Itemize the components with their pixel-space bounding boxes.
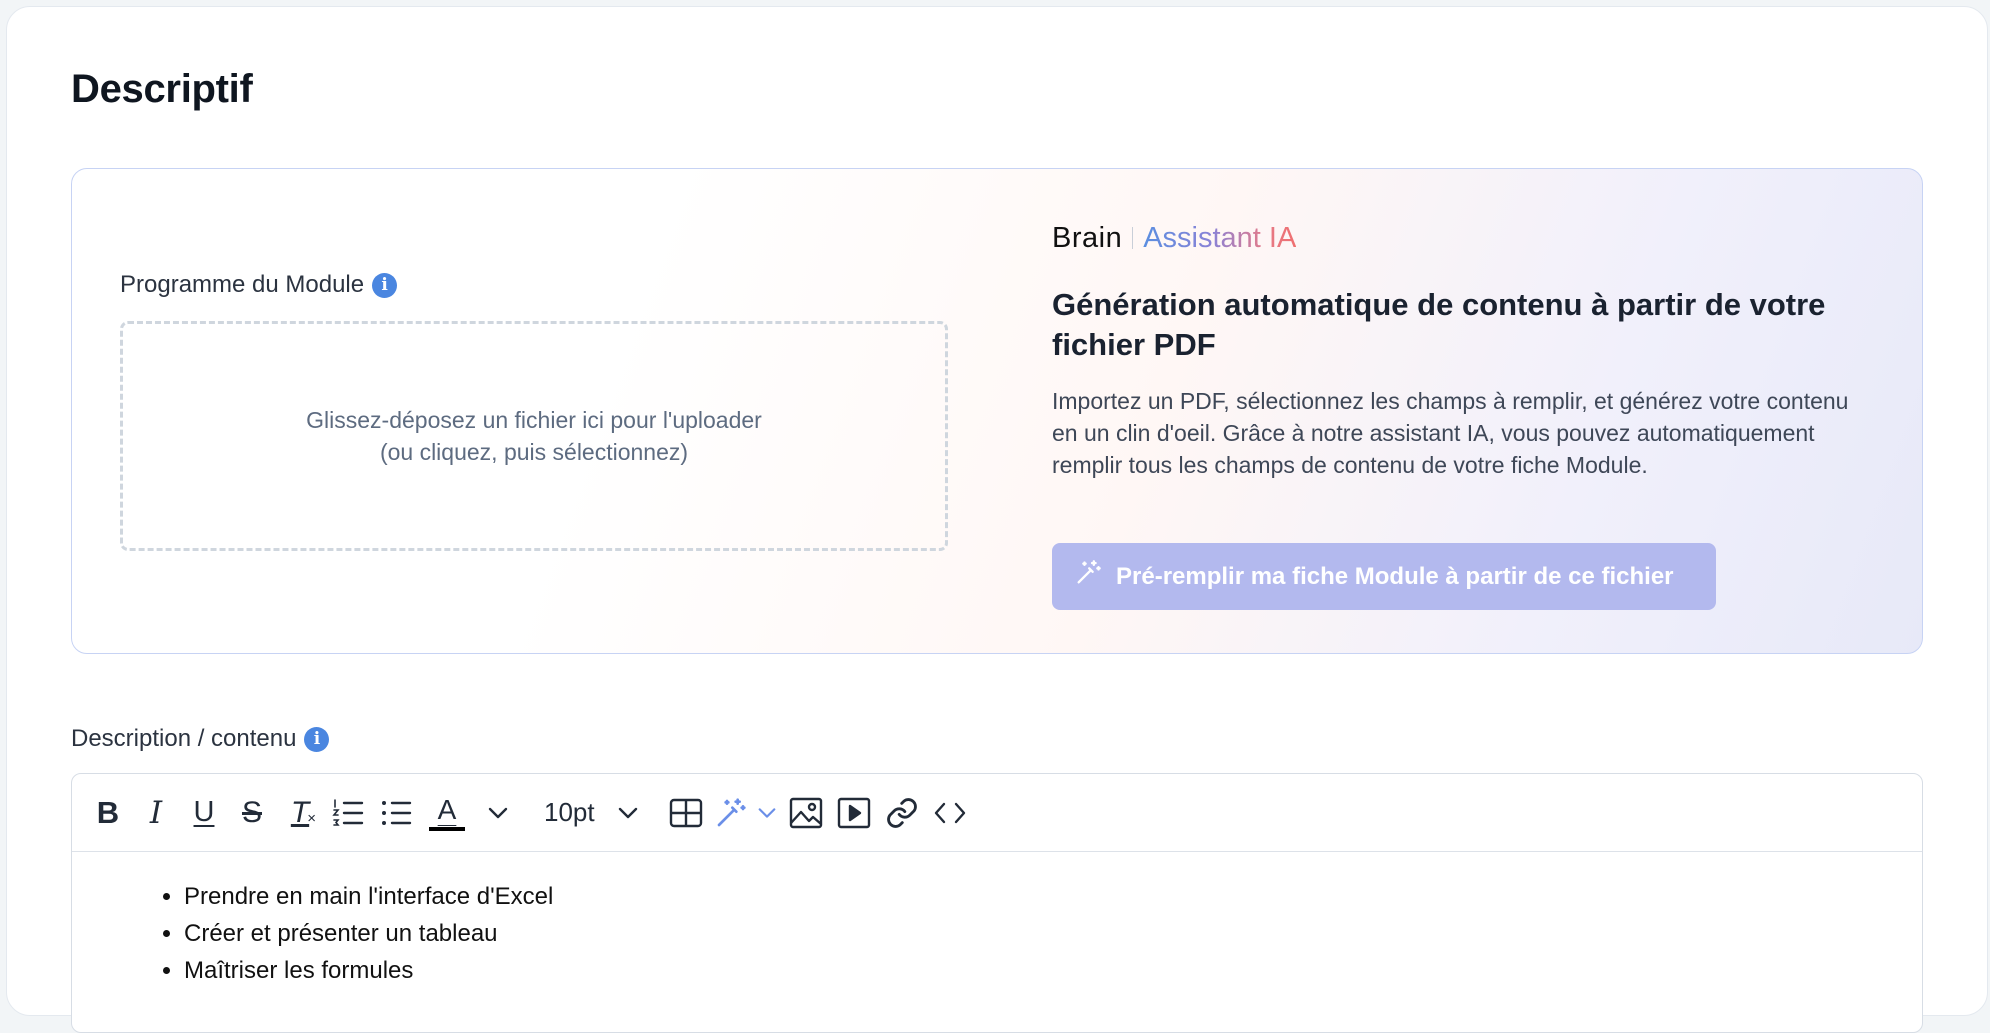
bullet-list-icon <box>380 798 412 828</box>
video-icon <box>837 797 871 829</box>
ai-assist-button[interactable] <box>710 785 752 841</box>
assistant-title: Génération automatique de contenu à part… <box>1052 287 1826 362</box>
insert-media-button[interactable] <box>830 785 878 841</box>
chevron-down-icon <box>757 806 777 820</box>
code-icon <box>933 801 967 825</box>
dropzone-line-2: (ou cliquez, puis sélectionnez) <box>379 439 689 465</box>
ai-assistant-panel: Programme du Module i Glissez-déposez un… <box>71 168 1923 654</box>
assistant-brand: Brain Assistant IA <box>1052 221 1296 255</box>
strikethrough-icon: S <box>241 795 262 829</box>
dropzone-line-1: Glissez-déposez un fichier ici pour l'up… <box>306 407 762 433</box>
source-code-button[interactable] <box>926 785 974 841</box>
objectives-list: Prendre en main l'interface d'Excel Crée… <box>72 878 1922 989</box>
brain-logo: Brain <box>1052 221 1123 254</box>
bold-button[interactable]: B <box>84 785 132 841</box>
font-size-select[interactable]: 10pt <box>530 785 662 841</box>
numbered-list-icon <box>332 798 364 828</box>
text-color-button[interactable]: A <box>420 785 474 841</box>
chevron-down-icon <box>487 806 509 820</box>
insert-image-button[interactable] <box>782 785 830 841</box>
info-icon[interactable]: i <box>372 272 398 298</box>
magic-wand-icon <box>1074 559 1102 594</box>
numbered-list-button[interactable] <box>324 785 372 841</box>
text-color-dropdown[interactable] <box>474 785 522 841</box>
description-field-label: Description / contenu i <box>71 725 330 753</box>
section-title: Descriptif <box>71 67 253 111</box>
image-icon <box>789 797 823 829</box>
clear-format-button[interactable]: T × <box>276 785 324 841</box>
descriptif-card: Descriptif Programme du Module i Glissez… <box>6 6 1988 1033</box>
italic-button[interactable]: I <box>132 785 180 841</box>
assistant-description: Importez un PDF, sélectionnez les champs… <box>1052 388 1849 478</box>
text-color-icon: A <box>437 793 457 825</box>
info-icon[interactable]: i <box>304 726 330 752</box>
strikethrough-button[interactable]: S <box>228 785 276 841</box>
italic-icon: I <box>149 794 163 831</box>
insert-link-button[interactable] <box>878 785 926 841</box>
editor-toolbar: B I U S T × A 10pt <box>72 774 1922 852</box>
rich-text-editor: B I U S T × A 10pt • Prendre en main l'i… <box>71 773 1923 1033</box>
link-icon <box>885 796 919 830</box>
file-dropzone[interactable]: Glissez-déposez un fichier ici pour l'up… <box>120 321 948 551</box>
prefill-from-file-button[interactable]: Pré-remplir ma fiche Module à partir de … <box>1052 543 1716 610</box>
upload-field-label: Programme du Module i <box>120 271 398 299</box>
assistant-ia-label: Assistant IA <box>1143 221 1297 254</box>
upload-label-text: Programme du Module <box>120 271 365 298</box>
underline-icon: U <box>193 796 215 828</box>
text-color-swatch <box>429 826 465 831</box>
font-size-value: 10pt <box>544 797 595 827</box>
list-item: Créer et présenter un tableau <box>184 915 1922 952</box>
list-item: Maîtriser les formules <box>184 952 1922 989</box>
underline-button[interactable]: U <box>180 785 228 841</box>
table-button[interactable] <box>662 785 710 841</box>
bold-icon: B <box>96 794 120 830</box>
brand-divider <box>1132 227 1134 249</box>
magic-wand-icon <box>714 797 748 829</box>
description-label-text: Description / contenu <box>71 725 297 752</box>
table-icon <box>669 798 703 828</box>
ai-assist-dropdown[interactable] <box>752 785 782 841</box>
editor-content-area[interactable]: Prendre en main l'interface d'Excel Crée… <box>72 852 1922 989</box>
prefill-button-label: Pré-remplir ma fiche Module à partir de … <box>1116 562 1674 590</box>
clear-x-icon: × <box>307 809 316 827</box>
chevron-down-icon <box>617 806 639 820</box>
bullet-list-button[interactable] <box>372 785 420 841</box>
list-item: Prendre en main l'interface d'Excel <box>184 878 1922 915</box>
